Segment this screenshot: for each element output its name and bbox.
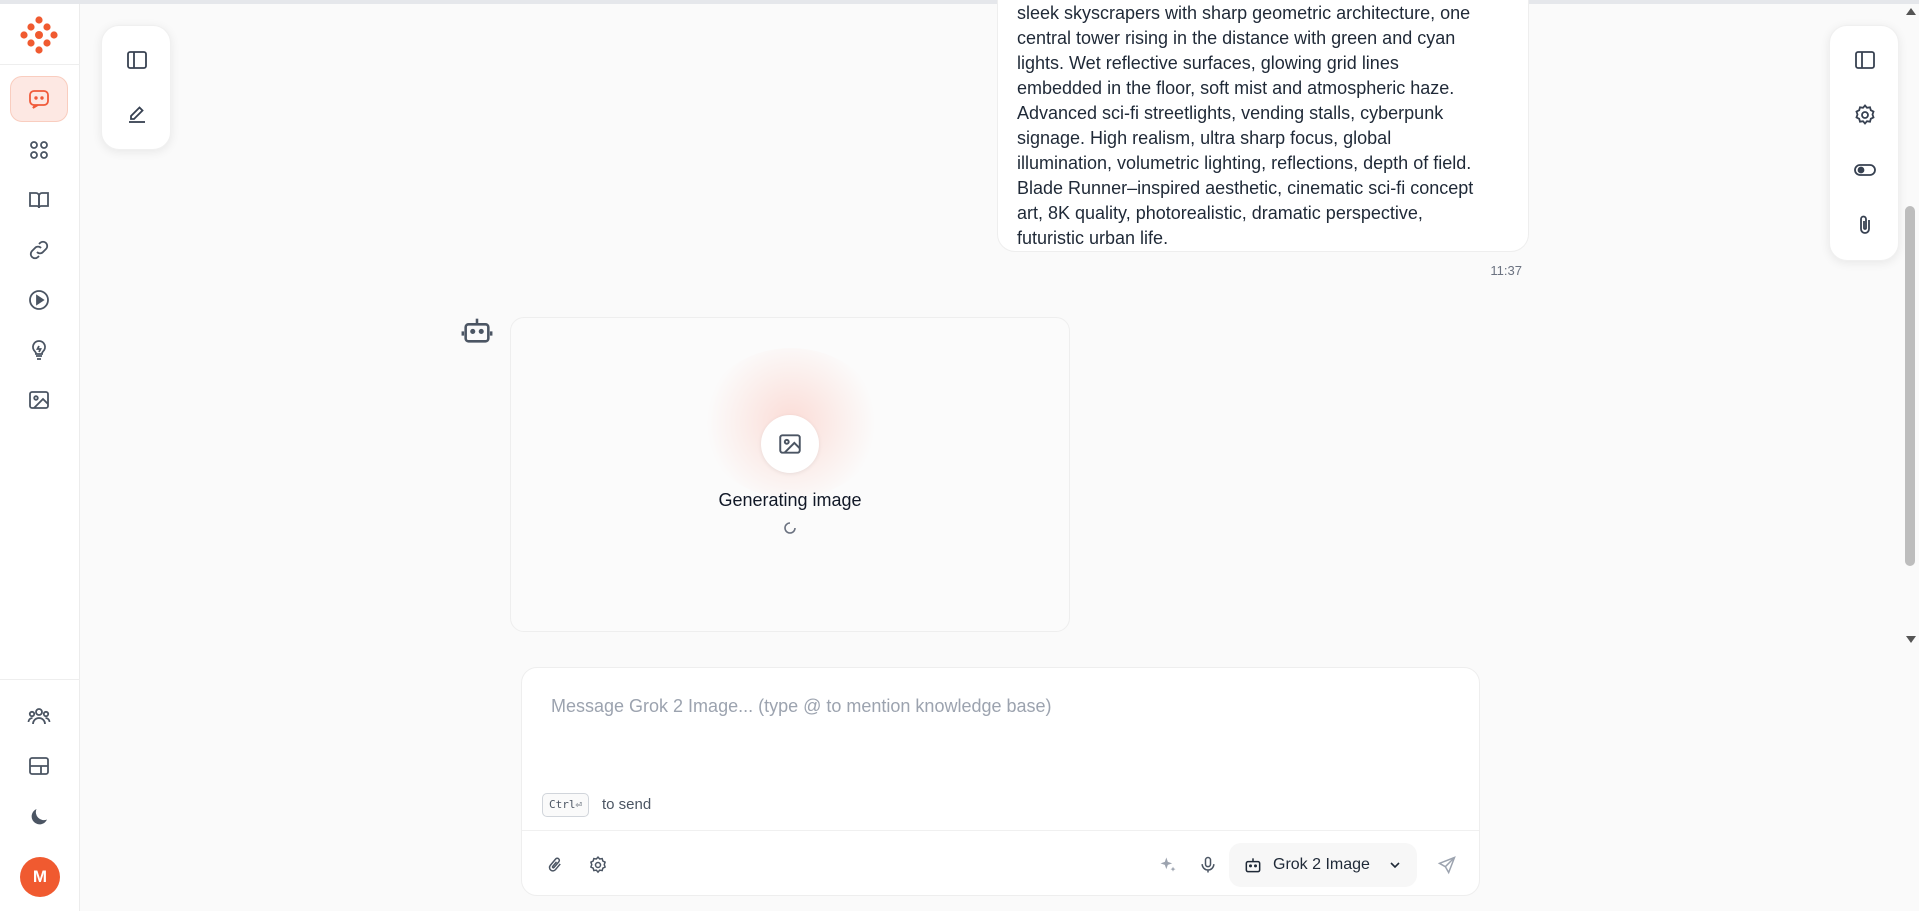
panel-toggle-button[interactable]: [1847, 42, 1883, 78]
generation-status: Generating image: [718, 490, 862, 510]
nav-integrations[interactable]: [10, 227, 68, 273]
chevron-down-icon: [1390, 862, 1400, 869]
sidebar-rail: M: [0, 4, 80, 911]
settings-gear-icon: [1855, 104, 1875, 125]
rail-divider: [0, 64, 80, 65]
scroll-down-arrow[interactable]: [1906, 636, 1916, 643]
paperclip-icon: [1860, 215, 1870, 234]
nav-apps[interactable]: [10, 127, 68, 173]
paperclip-icon: [548, 857, 561, 872]
panel-toggle-icon: [1855, 51, 1875, 69]
toggle-switch-icon: [1854, 164, 1876, 176]
bot-icon: [1245, 858, 1261, 873]
nav-workspace[interactable]: [10, 743, 68, 789]
new-chat-pencil-icon: [129, 106, 145, 123]
send-button[interactable]: [1431, 849, 1463, 881]
scroll-up-arrow[interactable]: [1906, 8, 1916, 15]
composer-divider: [522, 830, 1479, 831]
layout-icon: [29, 757, 49, 775]
toggle-button[interactable]: [1847, 152, 1883, 188]
send-icon: [1437, 856, 1456, 875]
message-line: Advanced sci-fi streetlights, vending st…: [1017, 103, 1444, 123]
shortcut-key: Ctrl⏎: [542, 793, 590, 817]
bot-icon: [461, 318, 493, 343]
message-line: illumination, volumetric lighting, refle…: [1017, 153, 1472, 173]
enhance-prompt-button[interactable]: [1152, 849, 1184, 881]
nav-chat[interactable]: [10, 76, 68, 122]
message-line: Blade Runner–inspired aesthetic, cinemat…: [1017, 178, 1474, 198]
nav-prompts[interactable]: [10, 327, 68, 373]
message-line: art, 8K quality, photorealistic, dramati…: [1017, 203, 1423, 223]
shortcut-hint: to send: [602, 796, 652, 813]
moon-icon: [31, 809, 47, 825]
sidebar-toggle-icon: [127, 51, 147, 69]
model-selector[interactable]: Grok 2 Image: [1229, 843, 1417, 887]
lightbulb-icon: [32, 340, 46, 360]
settings-gear-icon: [589, 855, 607, 874]
sidebar-toggle-button[interactable]: [119, 42, 155, 78]
settings-button[interactable]: [1847, 97, 1883, 133]
model-name: Grok 2 Image: [1273, 856, 1370, 873]
chat-bubble-icon: [29, 90, 49, 109]
play-icon: [29, 290, 49, 310]
message-line: embedded in the floor, soft mist and atm…: [1017, 78, 1455, 98]
left-toolbar: [101, 25, 171, 150]
nav-theme[interactable]: [10, 794, 68, 840]
window-top-border: [0, 0, 1919, 4]
message-composer: Message Grok 2 Image... (type @ to menti…: [521, 667, 1480, 896]
user-message: sleek skyscrapers with sharp geometric a…: [997, 0, 1529, 252]
message-line: central tower rising in the distance wit…: [1017, 28, 1456, 48]
nav-team[interactable]: [10, 693, 68, 739]
new-chat-button[interactable]: [119, 96, 155, 132]
attachments-button[interactable]: [1847, 207, 1883, 243]
nav-media[interactable]: [10, 277, 68, 323]
message-line: lights. Wet reflective surfaces, glowing…: [1017, 53, 1399, 73]
avatar[interactable]: M: [20, 857, 60, 897]
microphone-icon: [1201, 856, 1215, 873]
voice-input-button[interactable]: [1192, 849, 1224, 881]
scrollbar-thumb[interactable]: [1905, 206, 1915, 566]
image-generation-card: Generating image: [510, 317, 1070, 632]
nav-knowledge[interactable]: [10, 177, 68, 223]
rail-divider: [0, 679, 80, 680]
message-line: sleek skyscrapers with sharp geometric a…: [1017, 3, 1471, 23]
message-timestamp: 11:37: [1490, 263, 1522, 278]
composer-settings-button[interactable]: [582, 849, 614, 881]
image-icon: [779, 434, 801, 454]
generating-image-badge: [761, 415, 819, 473]
sparkles-icon: [1160, 857, 1176, 872]
right-toolbar: [1829, 25, 1899, 261]
message-input[interactable]: Message Grok 2 Image... (type @ to menti…: [551, 696, 1052, 717]
loading-spinner-icon: [784, 522, 796, 534]
message-line: futuristic urban life.: [1017, 228, 1169, 248]
apps-grid-icon: [30, 141, 48, 159]
message-line: signage. High realism, ultra sharp focus…: [1017, 128, 1392, 148]
attach-button[interactable]: [539, 849, 571, 881]
image-icon: [29, 391, 49, 409]
users-icon: [27, 708, 51, 725]
app-logo[interactable]: [18, 14, 60, 56]
nav-images[interactable]: [10, 377, 68, 423]
book-icon: [29, 192, 49, 209]
link-icon: [29, 240, 49, 260]
